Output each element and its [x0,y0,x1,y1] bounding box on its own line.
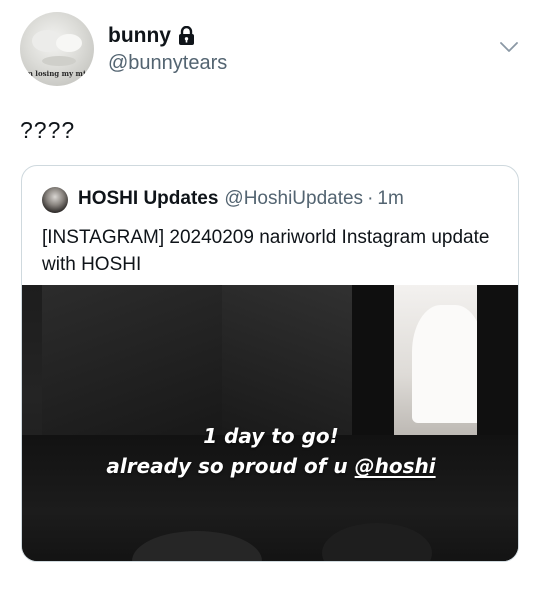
tweet: 'm losing my min bunny @bunnytears ???? … [0,0,540,591]
quoted-timestamp[interactable]: 1m [377,188,403,210]
quoted-tweet-header: HOSHI Updates @HoshiUpdates · 1m [78,188,404,210]
author-name-row: bunny [108,24,195,48]
lock-icon [179,26,194,45]
author-display-name[interactable]: bunny [108,24,171,48]
avatar-shape [56,34,82,52]
avatar-caption: 'm losing my min [23,69,91,78]
tweet-text: ???? [20,117,76,143]
overlay-line-2-text: already so proud of u [106,454,355,478]
separator-dot: · [367,188,374,209]
quoted-tweet-text: [INSTAGRAM] 20240209 nariworld Instagram… [42,227,490,275]
overlay-mention: @hoshi [354,454,436,478]
photo-shape [412,305,484,423]
media-caption-overlay: 1 day to go! already so proud of u @hosh… [22,421,518,481]
avatar-shape [42,56,76,66]
chevron-down-icon[interactable] [499,40,519,54]
author-avatar[interactable]: 'm losing my min [20,12,94,86]
quoted-author-avatar[interactable] [42,187,68,213]
overlay-line-2: already so proud of u @hoshi [22,451,518,481]
quoted-handle[interactable]: @HoshiUpdates [224,188,363,210]
quoted-tweet[interactable]: HOSHI Updates @HoshiUpdates · 1m [INSTAG… [21,165,519,562]
overlay-line-1: 1 day to go! [203,424,339,448]
quoted-media-image[interactable]: 1 day to go! already so proud of u @hosh… [22,285,518,561]
quoted-display-name[interactable]: HOSHI Updates [78,188,218,210]
author-handle[interactable]: @bunnytears [108,52,227,75]
